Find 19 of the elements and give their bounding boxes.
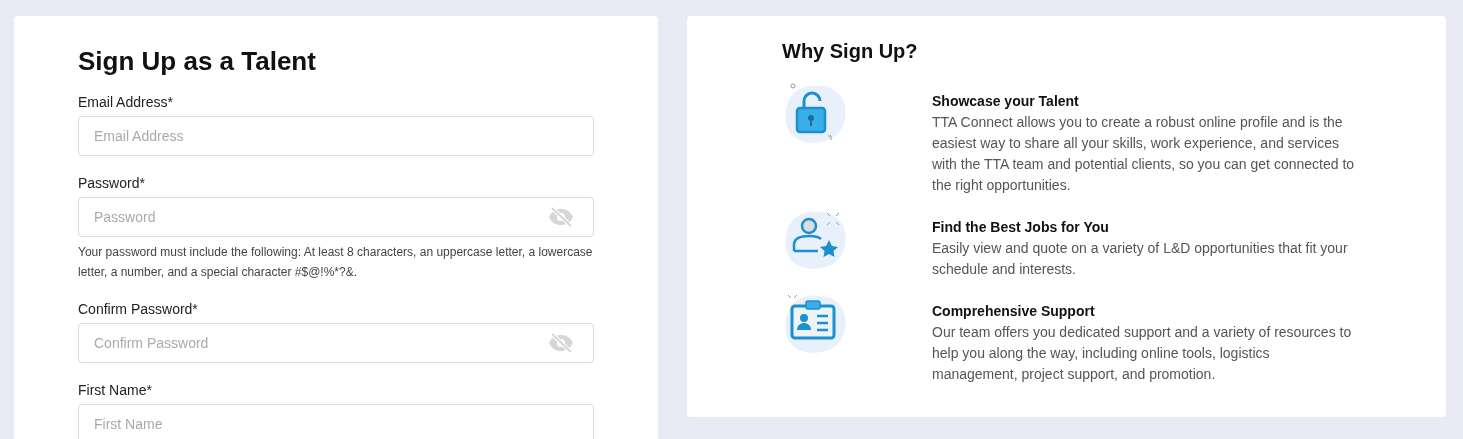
form-title: Sign Up as a Talent — [78, 45, 317, 77]
benefit-description: Easily view and quote on a variety of L&D opportunities that fit your schedule and interests. — [932, 239, 1349, 279]
benefit-description: Our team offers you dedicated support and a variety of resources to help you along the way, including online tools, logistics management, project support, and promotion. — [932, 323, 1353, 384]
field-label: Confirm Password* — [78, 301, 199, 318]
eye-slash-icon[interactable] — [548, 207, 574, 227]
field-label: Password* — [78, 175, 146, 192]
benefit-title: Find the Best Jobs for You — [932, 219, 1110, 236]
field-label: First Name* — [78, 382, 153, 399]
input-field[interactable]: Email Address — [78, 116, 594, 156]
input-field[interactable]: First Name — [78, 404, 594, 439]
eye-slash-icon[interactable] — [548, 333, 574, 353]
section-title: Why Sign Up? — [782, 39, 919, 63]
input-field[interactable]: Password — [78, 197, 594, 237]
input-field[interactable]: Confirm Password — [78, 323, 594, 363]
benefit-title: Showcase your Talent — [932, 93, 1080, 110]
password-hint: Your password must include the following: At least 8 characters, an uppercase letter, a lowercase letter, a number, and a special character #$@!%*?&. — [78, 244, 594, 281]
benefit-description: TTA Connect allows you to create a robust online profile and is the easiest way to share all your skills, work experience, and services with the TTA team and potential clients, so you can get connected to the right opportunities. — [932, 113, 1356, 195]
benefit-title: Comprehensive Support — [932, 303, 1096, 320]
field-label: Email Address* — [78, 94, 174, 111]
